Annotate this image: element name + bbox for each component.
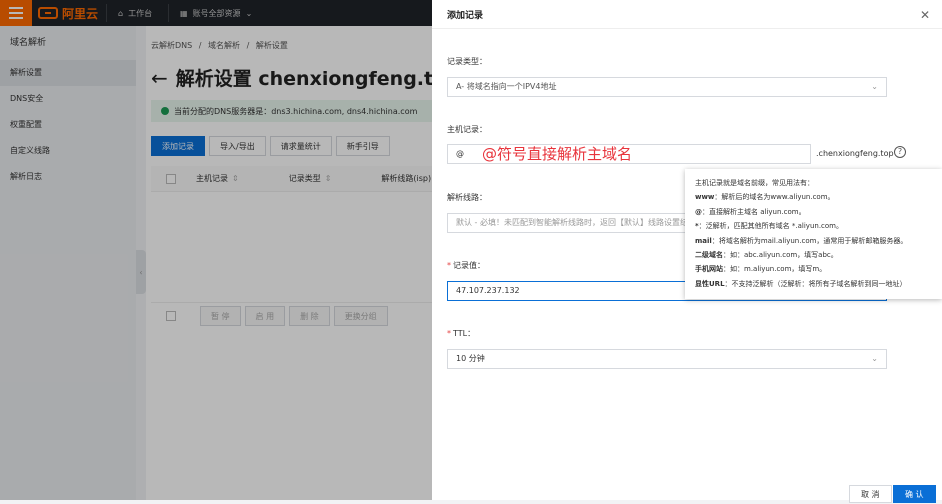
record-type-select[interactable]: A- 将域名指向一个IPV4地址 ⌄: [447, 77, 887, 97]
confirm-button[interactable]: 确 认: [893, 485, 936, 503]
required-mark: *: [447, 329, 451, 338]
record-type-value: A- 将域名指向一个IPV4地址: [456, 82, 557, 91]
host-record-tooltip: 主机记录就是域名前缀，常见用法有： www：解析后的域名为www.aliyun.…: [685, 169, 942, 299]
tooltip-line: mail：将域名解析为mail.aliyun.com，通常用于解析邮箱服务器。: [695, 236, 908, 245]
tooltip-line: @：直接解析主域名 aliyun.com。: [695, 207, 806, 216]
tooltip-line: 二级域名：如：abc.aliyun.com，填写abc。: [695, 251, 838, 260]
required-mark: *: [447, 261, 451, 270]
host-record-label: 主机记录：: [447, 125, 487, 134]
tooltip-line: 主机记录就是域名前缀，常见用法有：: [695, 179, 814, 187]
record-value-label-text: 记录值：: [453, 261, 485, 270]
chevron-down-icon: ⌄: [871, 82, 878, 91]
divider: [432, 28, 942, 29]
help-icon[interactable]: ?: [894, 146, 906, 158]
ttl-select[interactable]: 10 分钟 ⌄: [447, 349, 887, 369]
ttl-value: 10 分钟: [456, 354, 485, 363]
drawer-title: 添加记录: [447, 11, 484, 21]
modal-overlay[interactable]: [0, 0, 432, 26]
host-record-input[interactable]: @ @符号直接解析主域名: [447, 144, 811, 164]
ttl-label: * TTL：: [447, 328, 475, 339]
record-type-label: 记录类型：: [447, 57, 487, 66]
record-value-text: 47.107.237.132: [456, 286, 520, 295]
domain-suffix: .chenxiongfeng.top: [816, 149, 894, 158]
modal-overlay[interactable]: [0, 26, 432, 500]
host-record-value: @: [456, 149, 464, 158]
close-icon[interactable]: ✕: [920, 8, 930, 22]
ttl-label-text: TTL：: [453, 329, 476, 338]
tooltip-line: www：解析后的域名为www.aliyun.com。: [695, 193, 835, 202]
line-label: 解析线路：: [447, 193, 487, 202]
host-annotation: @符号直接解析主域名: [482, 145, 633, 163]
tooltip-line: 显性URL：不支持泛解析（泛解析：将所有子域名解析到同一地址）: [695, 279, 907, 288]
drawer-footer: 取 消 确 认: [432, 478, 942, 503]
tooltip-line: 手机网站：如：m.aliyun.com，填写m。: [695, 265, 827, 274]
cancel-button[interactable]: 取 消: [849, 485, 892, 503]
chevron-down-icon: ⌄: [871, 354, 878, 363]
line-value: 默认 - 必填！未匹配到智能解析线路时，返回【默认】线路设置结果: [456, 218, 696, 227]
record-value-label: * 记录值：: [447, 260, 485, 271]
tooltip-line: *：泛解析，匹配其他所有域名 *.aliyun.com。: [695, 222, 843, 231]
